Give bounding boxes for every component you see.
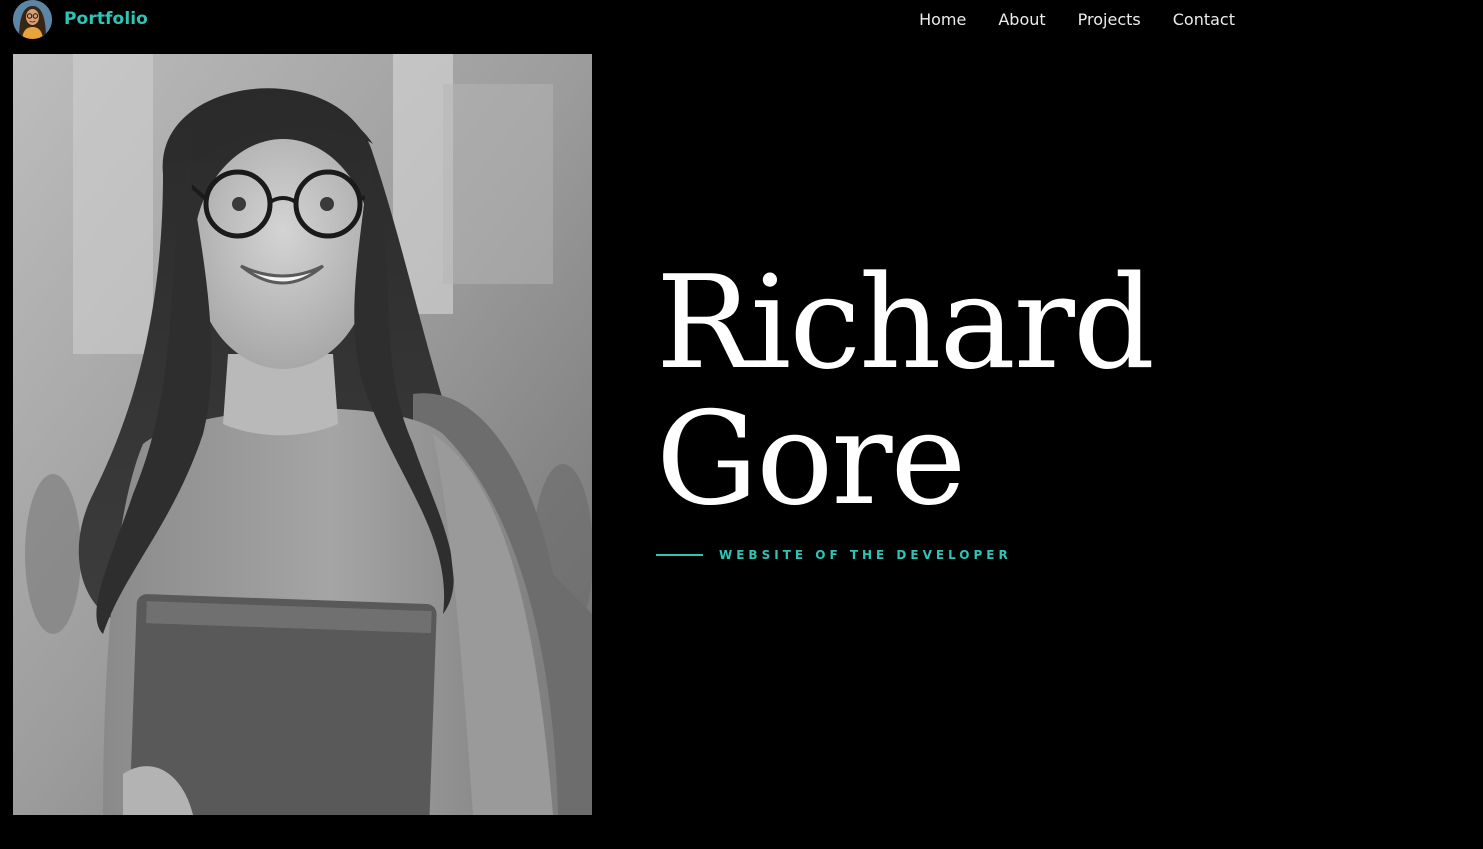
nav-about-link[interactable]: About xyxy=(998,10,1045,29)
portrait-photo xyxy=(13,54,592,815)
brand-link[interactable]: Portfolio xyxy=(13,0,148,39)
nav-contact-link[interactable]: Contact xyxy=(1173,10,1235,29)
top-nav: Portfolio Home About Projects Contact xyxy=(0,0,1483,39)
avatar-icon xyxy=(13,0,52,39)
hero-first-name: Richard xyxy=(656,249,1155,398)
tagline: WEBSITE OF THE DEVELOPER xyxy=(656,546,1012,564)
nav-menu: Home About Projects Contact xyxy=(919,0,1235,38)
tagline-divider xyxy=(656,554,703,556)
brand-label: Portfolio xyxy=(64,9,148,29)
tagline-text: WEBSITE OF THE DEVELOPER xyxy=(719,548,1012,562)
nav-projects-link[interactable]: Projects xyxy=(1078,10,1141,29)
hero-name: Richard Gore xyxy=(656,249,1155,534)
page: Portfolio Home About Projects Contact Ri… xyxy=(0,0,1483,849)
nav-home-link[interactable]: Home xyxy=(919,10,966,29)
hero-last-name: Gore xyxy=(656,385,966,534)
